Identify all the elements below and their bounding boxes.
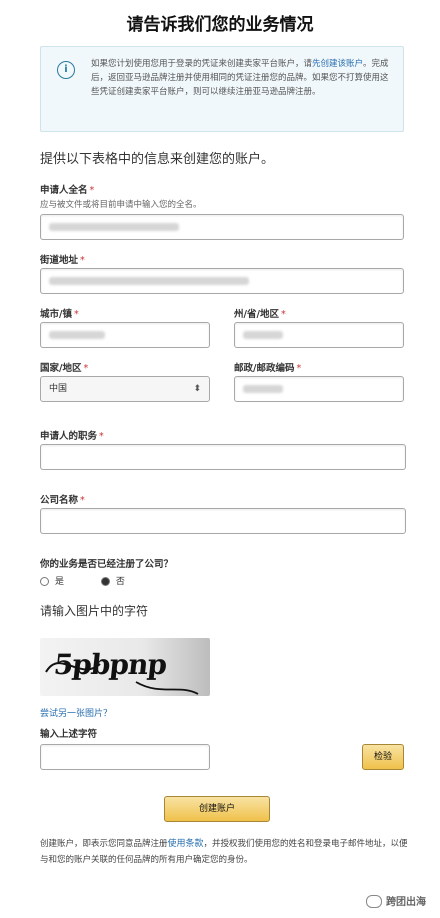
terms-footer: 创建账户，即表示您同意品牌注册使用条款，并授权我们使用您的姓名和登录电子邮件地址… [40,836,410,868]
job-title-input[interactable] [40,444,406,470]
info-icon: i [57,61,75,79]
applicant-name-input[interactable] [40,214,404,240]
captcha-input[interactable] [40,744,210,770]
watermark-text: 跨团出海 [386,896,426,908]
required-mark: * [80,255,85,266]
chat-bubble-icon [366,895,382,908]
radio-yes-label: 是 [55,577,65,587]
chevron-updown-icon: ⬍ [193,384,201,394]
required-mark: * [80,495,85,506]
registered-radio-group: 是 否 [40,574,125,587]
captcha-input-label: 输入上述字符 [40,729,98,740]
city-input[interactable] [40,322,210,348]
applicant-name-hint: 应与被文件或将目前申请中输入您的全名。 [40,200,202,210]
radio-yes[interactable] [40,577,49,586]
radio-no[interactable] [100,577,110,586]
company-input[interactable] [40,508,406,534]
footer-text-part1: 创建账户，即表示您同意品牌注册 [40,839,168,849]
captcha-check-button[interactable]: 检验 [362,744,404,770]
registered-question: 你的业务是否已经注册了公司？ [40,559,174,570]
street-address-label: 街道地址 * [40,252,85,266]
redacted-value [49,222,179,231]
required-mark: * [89,185,95,196]
required-mark: * [73,309,79,320]
watermark: 跨团出海 [366,893,426,908]
captcha-image: 5pbpnp [40,638,210,696]
terms-of-use-link[interactable]: 使用条款 [168,839,204,849]
state-label: 州/省/地区 * [234,306,286,320]
notice-text-part1: 如果您计划使用您用于登录的凭证来创建卖家平台账户，请 [91,59,313,69]
captcha-refresh-link[interactable]: 尝试另一张图片？ [40,706,112,719]
applicant-name-label-text: 申请人全名 [40,185,88,196]
notice-create-account-link[interactable]: 先创建该账户 [312,59,363,69]
country-selected-value: 中国 [49,384,68,394]
radio-no-option[interactable]: 否 [100,577,125,587]
country-label: 国家/地区 * [40,360,88,374]
applicant-name-label: 申请人全名 * [40,182,94,196]
country-label-text: 国家/地区 [40,363,82,374]
country-select[interactable]: 中国 ⬍ [40,376,210,402]
job-title-label-text: 申请人的职务 [40,431,98,442]
required-mark: * [296,363,302,374]
required-mark: * [83,363,89,374]
redacted-value [243,330,283,339]
required-mark: * [280,309,286,320]
postal-label: 邮政/邮政编码 * [234,360,301,374]
redacted-value [49,330,105,339]
state-input[interactable] [234,322,404,348]
city-label-text: 城市/镇 [40,309,72,320]
radio-no-label: 否 [115,577,125,587]
street-address-label-text: 街道地址 [40,255,79,266]
company-label: 公司名称 * [40,492,85,506]
notice-text: 如果您计划使用您用于登录的凭证来创建卖家平台账户，请先创建该账户。完成后，返回亚… [91,57,391,99]
city-label: 城市/镇 * [40,306,79,320]
state-label-text: 州/省/地区 [234,309,279,320]
postal-input[interactable] [234,376,404,402]
radio-yes-option[interactable]: 是 [40,577,64,587]
company-label-text: 公司名称 [40,495,79,506]
postal-label-text: 邮政/邮政编码 [234,363,295,374]
create-account-button[interactable]: 创建账户 [164,796,270,822]
redacted-value [49,276,249,285]
page-title: 请告诉我们您的业务情况 [126,15,314,35]
captcha-text: 5pbpnp [52,648,168,681]
form-intro: 提供以下表格中的信息来创建您的账户。 [40,152,275,167]
job-title-label: 申请人的职务 * [40,428,104,442]
captcha-title: 请输入图片中的字符 [40,604,149,618]
required-mark: * [99,431,104,442]
street-address-input[interactable] [40,268,404,294]
redacted-value [243,384,283,393]
info-notice: i 如果您计划使用您用于登录的凭证来创建卖家平台账户，请先创建该账户。完成后，返… [40,46,404,132]
